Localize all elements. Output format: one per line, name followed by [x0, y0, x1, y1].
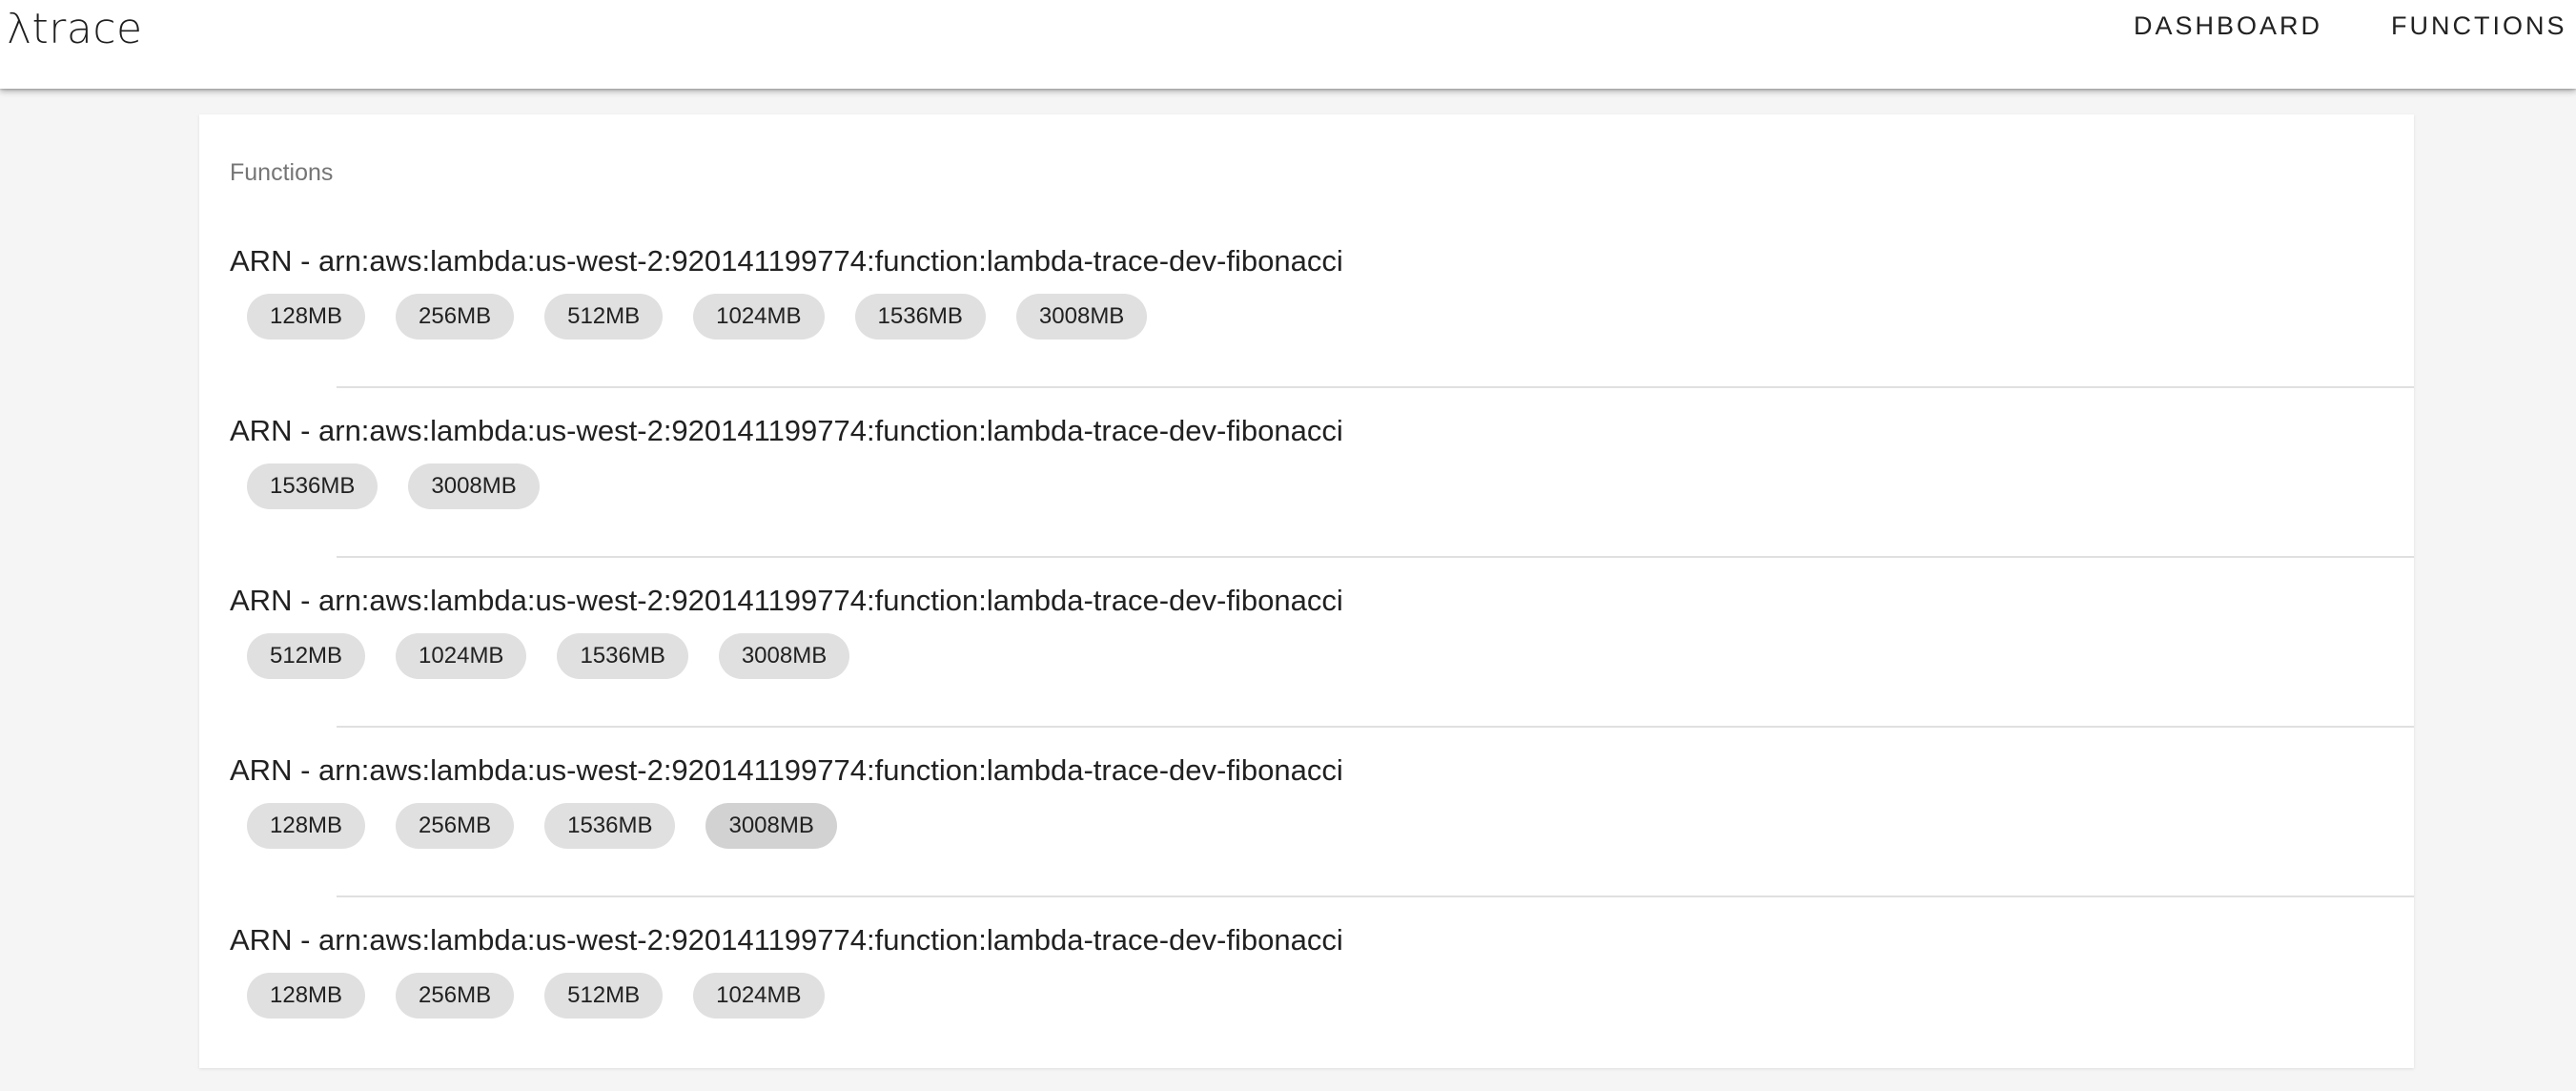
function-list-item: ARN - arn:aws:lambda:us-west-2:920141199…	[199, 751, 2414, 921]
function-arn-title[interactable]: ARN - arn:aws:lambda:us-west-2:920141199…	[230, 412, 1343, 450]
memory-chip[interactable]: 1024MB	[693, 294, 825, 340]
list-divider	[337, 726, 2414, 728]
app-bar: λtrace DASHBOARD FUNCTIONS	[0, 0, 2576, 89]
memory-chip[interactable]: 3008MB	[705, 803, 837, 849]
memory-chip-group: 128MB 256MB 512MB 1024MB	[247, 973, 825, 1019]
memory-chip-group: 128MB 256MB 512MB 1024MB 1536MB 3008MB	[247, 294, 1148, 340]
memory-chip[interactable]: 1536MB	[557, 633, 688, 679]
memory-chip[interactable]: 256MB	[396, 803, 515, 849]
memory-chip[interactable]: 512MB	[544, 294, 664, 340]
function-list-item: ARN - arn:aws:lambda:us-west-2:920141199…	[199, 582, 2414, 751]
memory-chip-group: 128MB 256MB 1536MB 3008MB	[247, 803, 837, 849]
function-arn-title[interactable]: ARN - arn:aws:lambda:us-west-2:920141199…	[230, 242, 1343, 280]
function-list-item: ARN - arn:aws:lambda:us-west-2:920141199…	[199, 921, 2414, 1091]
function-arn-title[interactable]: ARN - arn:aws:lambda:us-west-2:920141199…	[230, 921, 1343, 959]
function-arn-title[interactable]: ARN - arn:aws:lambda:us-west-2:920141199…	[230, 582, 1343, 620]
memory-chip[interactable]: 128MB	[247, 803, 366, 849]
memory-chip-group: 512MB 1024MB 1536MB 3008MB	[247, 633, 850, 679]
memory-chip-group: 1536MB 3008MB	[247, 463, 540, 509]
memory-chip[interactable]: 1024MB	[693, 973, 825, 1019]
function-list-item: ARN - arn:aws:lambda:us-west-2:920141199…	[199, 412, 2414, 582]
function-list-item: ARN - arn:aws:lambda:us-west-2:920141199…	[199, 242, 2414, 412]
memory-chip[interactable]: 512MB	[544, 973, 664, 1019]
list-divider	[337, 556, 2414, 558]
memory-chip[interactable]: 128MB	[247, 294, 366, 340]
memory-chip[interactable]: 3008MB	[718, 633, 850, 679]
memory-chip[interactable]: 3008MB	[1015, 294, 1148, 340]
functions-panel: Functions ARN - arn:aws:lambda:us-west-2…	[199, 114, 2414, 1068]
memory-chip[interactable]: 128MB	[247, 973, 366, 1019]
nav-dashboard-link[interactable]: DASHBOARD	[2134, 11, 2322, 41]
memory-chip[interactable]: 1536MB	[247, 463, 378, 509]
list-divider	[337, 386, 2414, 388]
memory-chip[interactable]: 1536MB	[854, 294, 986, 340]
memory-chip[interactable]: 1024MB	[396, 633, 527, 679]
list-subheader: Functions	[230, 159, 334, 186]
memory-chip[interactable]: 1536MB	[544, 803, 676, 849]
app-logo[interactable]: λtrace	[7, 3, 143, 56]
memory-chip[interactable]: 256MB	[396, 973, 515, 1019]
memory-chip[interactable]: 256MB	[396, 294, 515, 340]
memory-chip[interactable]: 3008MB	[408, 463, 540, 509]
nav-functions-link[interactable]: FUNCTIONS	[2391, 11, 2567, 41]
list-divider	[337, 895, 2414, 897]
memory-chip[interactable]: 512MB	[247, 633, 366, 679]
function-arn-title[interactable]: ARN - arn:aws:lambda:us-west-2:920141199…	[230, 751, 1343, 790]
